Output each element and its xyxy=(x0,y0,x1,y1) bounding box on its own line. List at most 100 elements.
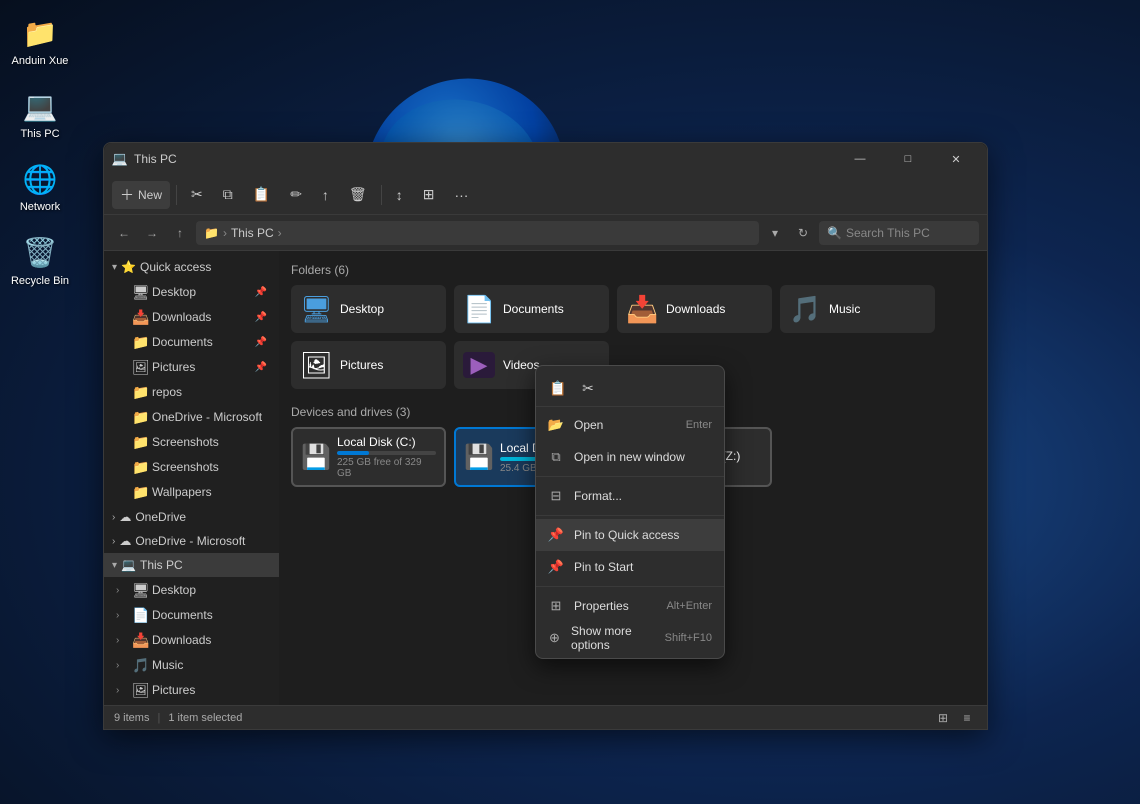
sidebar-onedrive-ms-header[interactable]: › ☁ OneDrive - Microsoft xyxy=(104,529,279,553)
folder-item-music[interactable]: 🎵 Music xyxy=(780,285,935,333)
new-button[interactable]: ＋ New xyxy=(112,181,170,209)
sidebar-item-screenshots1[interactable]: 📁 Screenshots xyxy=(108,430,275,454)
quick-access-label: Quick access xyxy=(140,260,211,274)
this-pc-nav-label: This PC xyxy=(140,558,183,572)
documents-pin-icon: 📌 xyxy=(255,337,267,348)
cut-button[interactable]: ✂ xyxy=(183,181,211,209)
view-button[interactable]: ⊞ xyxy=(415,181,443,209)
ctx-show-more[interactable]: ⊕ Show more options Shift+F10 xyxy=(536,622,724,654)
recycle-bin-icon: 🗑️ xyxy=(22,235,58,271)
pictures-icon-sb: 🖼 xyxy=(132,359,148,376)
pictures-pin-icon: 📌 xyxy=(255,362,267,373)
path-this-pc: This PC xyxy=(231,226,274,240)
sidebar-item-desktop2[interactable]: › 🖥 Desktop xyxy=(108,578,275,602)
this-pc-label: This PC xyxy=(20,128,59,141)
sidebar-quick-access-header[interactable]: ▾ ⭐ Quick access xyxy=(104,255,279,279)
folder-pictures-name: Pictures xyxy=(340,358,383,372)
new-icon: ＋ xyxy=(120,185,134,205)
desktop-icon-recycle-bin[interactable]: 🗑️ Recycle Bin xyxy=(5,230,75,293)
sidebar-item-pictures2[interactable]: › 🖼 Pictures xyxy=(108,678,275,702)
sidebar-item-documents[interactable]: 📁 Documents 📌 xyxy=(108,330,275,354)
ctx-props-icon: ⊞ xyxy=(548,598,564,614)
delete-button[interactable]: 🗑 xyxy=(341,181,375,209)
sidebar-item-onedrive-ms[interactable]: 📁 OneDrive - Microsoft xyxy=(108,405,275,429)
folder-item-documents[interactable]: 📄 Documents xyxy=(454,285,609,333)
copy-button[interactable]: ⧉ xyxy=(215,181,241,209)
folder-item-pictures[interactable]: 🖼 Pictures xyxy=(291,341,446,389)
onedrive-ms-nav-label: OneDrive - Microsoft xyxy=(135,534,245,548)
ctx-pin-quick-access[interactable]: 📌 Pin to Quick access xyxy=(536,519,724,551)
rename-button[interactable]: ✏ xyxy=(282,181,310,209)
ss2-icon: 📁 xyxy=(132,459,148,476)
share-button[interactable]: ↑ xyxy=(314,181,337,209)
ctx-properties[interactable]: ⊞ Properties Alt+Enter xyxy=(536,590,724,622)
folder-item-desktop[interactable]: 🖥 Desktop xyxy=(291,285,446,333)
up-button[interactable]: ↑ xyxy=(168,221,192,245)
ctx-separator-3 xyxy=(536,586,724,587)
sidebar-item-documents2[interactable]: › 📄 Documents xyxy=(108,603,275,627)
dropdown-button[interactable]: ▾ xyxy=(763,221,787,245)
ctx-open-new-window[interactable]: ⧉ Open in new window xyxy=(536,441,724,473)
sidebar-item-repos[interactable]: 📁 repos xyxy=(108,380,275,404)
cut-icon: ✂ xyxy=(191,186,203,203)
drive-item-c[interactable]: 💾 Local Disk (C:) 225 GB free of 329 GB xyxy=(291,427,446,487)
more-button[interactable]: ··· xyxy=(446,181,476,209)
paste-button[interactable]: 📋 xyxy=(245,181,278,209)
back-button[interactable]: ← xyxy=(112,221,136,245)
ctx-pin-start-icon: 📌 xyxy=(548,559,564,575)
window-controls: — □ ✕ xyxy=(837,143,979,175)
close-button[interactable]: ✕ xyxy=(933,143,979,175)
list-view-button[interactable]: ≡ xyxy=(957,708,977,728)
sidebar-item-pictures[interactable]: 🖼 Pictures 📌 xyxy=(108,355,275,379)
sidebar-item-wallpapers[interactable]: 📁 Wallpapers xyxy=(108,480,275,504)
search-placeholder: Search This PC xyxy=(846,226,930,240)
ctx-copy-btn[interactable]: 📋 xyxy=(544,374,572,402)
folders-section-title: Folders (6) xyxy=(291,263,975,277)
folder-icon: 📁 xyxy=(22,15,58,51)
downloads-icon-sb: 📥 xyxy=(132,309,148,326)
items-count: 9 items xyxy=(114,712,149,724)
search-box[interactable]: 🔍 Search This PC xyxy=(819,221,979,245)
sort-button[interactable]: ↕ xyxy=(388,181,411,209)
sidebar-onedrive-header[interactable]: › ☁ OneDrive xyxy=(104,505,279,529)
ctx-pin-qa-label: Pin to Quick access xyxy=(574,528,679,542)
onedrive-ms-expand: › xyxy=(112,536,115,547)
sidebar-item-desktop[interactable]: 🖥 Desktop 📌 xyxy=(108,280,275,304)
drive-c-sub: 225 GB free of 329 GB xyxy=(337,457,436,479)
this-pc-nav-icon: 💻 xyxy=(121,558,136,572)
sidebar-this-pc-header[interactable]: ▾ 💻 This PC xyxy=(104,553,279,577)
new-label: New xyxy=(138,188,162,202)
sidebar-item-music[interactable]: › 🎵 Music xyxy=(108,653,275,677)
desktop-icon-this-pc[interactable]: 💻 This PC xyxy=(5,83,75,146)
refresh-button[interactable]: ↻ xyxy=(791,221,815,245)
desktop-icon-anduin[interactable]: 📁 Anduin Xue xyxy=(5,10,75,73)
ctx-open-icon: 📂 xyxy=(548,417,564,433)
onedrive-ms-label: OneDrive - Microsoft xyxy=(152,410,262,424)
forward-button[interactable]: → xyxy=(140,221,164,245)
drive-c-progress xyxy=(337,451,436,455)
ctx-open-shortcut: Enter xyxy=(686,419,712,431)
folder-item-downloads[interactable]: 📥 Downloads xyxy=(617,285,772,333)
desktop-icon-network[interactable]: 🌐 Network xyxy=(5,156,75,219)
ctx-pin-start[interactable]: 📌 Pin to Start xyxy=(536,551,724,583)
network-icon: 🌐 xyxy=(22,161,58,197)
grid-view-button[interactable]: ⊞ xyxy=(933,708,953,728)
status-bar: 9 items | 1 item selected ⊞ ≡ xyxy=(104,705,987,729)
address-bar: ← → ↑ 📁 › This PC › ▾ ↻ 🔍 Search This PC xyxy=(104,215,987,251)
repos-icon-sb: 📁 xyxy=(132,384,148,401)
sidebar-item-screenshots2[interactable]: 📁 Screenshots xyxy=(108,455,275,479)
ctx-format-label: Format... xyxy=(574,489,622,503)
context-menu-toolbar: 📋 ✂ xyxy=(536,370,724,407)
status-separator: | xyxy=(157,712,160,724)
minimize-button[interactable]: — xyxy=(837,143,883,175)
ctx-open[interactable]: 📂 Open Enter xyxy=(536,409,724,441)
drive-c-fill xyxy=(337,451,369,455)
ctx-pin-start-label: Pin to Start xyxy=(574,560,633,574)
folder-music-name: Music xyxy=(829,302,860,316)
sidebar-item-downloads2[interactable]: › 📥 Downloads xyxy=(108,628,275,652)
ctx-cut-btn[interactable]: ✂ xyxy=(574,374,602,402)
address-path[interactable]: 📁 › This PC › xyxy=(196,221,759,245)
sidebar-item-downloads[interactable]: 📥 Downloads 📌 xyxy=(108,305,275,329)
maximize-button[interactable]: □ xyxy=(885,143,931,175)
ctx-format[interactable]: ⊟ Format... xyxy=(536,480,724,512)
